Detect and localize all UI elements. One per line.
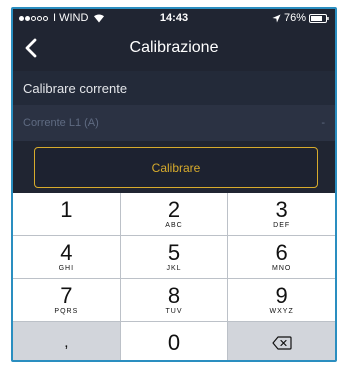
battery-percent: 76% — [283, 12, 306, 24]
status-bar: I WIND 14:43 76% — [13, 9, 335, 27]
status-bar-right: 76% — [272, 12, 329, 24]
current-l1-value: - — [321, 117, 325, 129]
backspace-icon — [272, 336, 292, 350]
key-letters: GHI — [58, 264, 75, 272]
key-8[interactable]: 8 TUV — [120, 279, 228, 321]
key-digit: , — [64, 334, 69, 351]
key-6[interactable]: 6 MNO — [228, 236, 335, 278]
location-arrow-icon — [272, 13, 281, 23]
numeric-keypad: 1 2 ABC 3 DEF 4 GHI 5 JKL 6 MNO 7 PQRS 8… — [13, 193, 335, 360]
key-5[interactable]: 5 JKL — [120, 236, 228, 278]
key-2[interactable]: 2 ABC — [120, 193, 228, 235]
phone-screen: I WIND 14:43 76% Calibrazione Calibrare … — [11, 7, 337, 362]
key-digit: 5 — [167, 239, 181, 265]
key-4[interactable]: 4 GHI — [13, 236, 120, 278]
key-digit: 6 — [275, 239, 288, 265]
key-letters: WXYZ — [269, 307, 294, 315]
key-letters: DEF — [273, 221, 291, 229]
key-digit: 7 — [60, 282, 73, 308]
key-digit: 9 — [275, 282, 288, 308]
key-0[interactable]: 0 — [120, 322, 228, 360]
key-digit: 3 — [275, 196, 288, 222]
battery-icon — [309, 13, 329, 23]
action-area: Calibrare — [13, 141, 335, 193]
key-7[interactable]: 7 PQRS — [13, 279, 120, 321]
key-digit: 0 — [167, 330, 181, 355]
navigation-bar: Calibrazione — [13, 27, 335, 71]
key-digit: 2 — [167, 196, 181, 222]
key-3[interactable]: 3 DEF — [228, 193, 335, 235]
screenshot-frame: I WIND 14:43 76% Calibrazione Calibrare … — [0, 0, 349, 370]
key-letters: MNO — [271, 264, 292, 272]
key-9[interactable]: 9 WXYZ — [228, 279, 335, 321]
current-l1-label: Corrente L1 (A) — [23, 117, 99, 129]
key-digit: 1 — [60, 196, 73, 222]
key-comma[interactable]: , — [13, 322, 120, 360]
key-letters: JKL — [166, 264, 182, 272]
key-1[interactable]: 1 — [13, 193, 120, 235]
calibrate-button[interactable]: Calibrare — [34, 147, 318, 188]
key-letters: TUV — [165, 307, 183, 315]
section-header: Calibrare corrente — [13, 71, 335, 105]
current-l1-field[interactable]: Corrente L1 (A) - — [13, 105, 335, 141]
page-title: Calibrazione — [129, 39, 219, 56]
key-letters: PQRS — [54, 307, 79, 315]
key-digit: 8 — [167, 282, 181, 308]
key-letters: ABC — [165, 221, 183, 229]
delete-key[interactable] — [228, 322, 335, 360]
key-digit: 4 — [60, 239, 73, 265]
